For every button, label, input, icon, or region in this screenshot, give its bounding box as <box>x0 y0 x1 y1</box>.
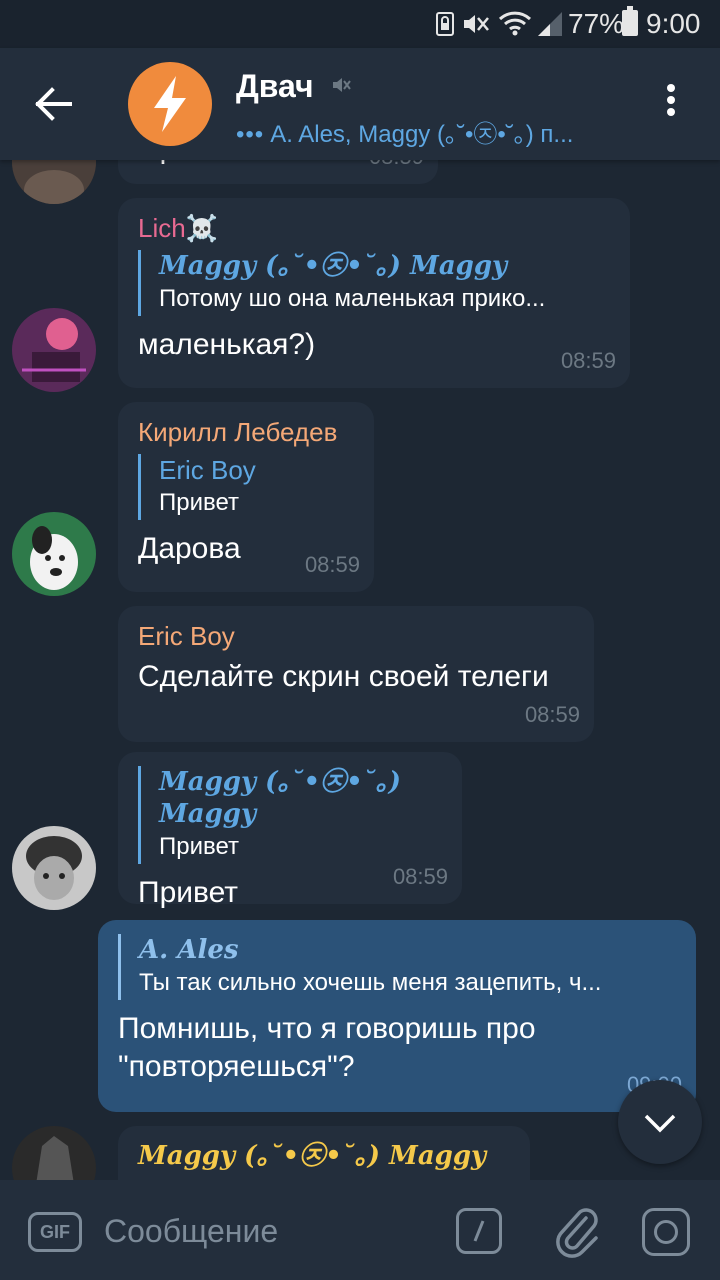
user-photo-icon <box>12 308 96 392</box>
reply-author: Maggy (｡˘•㉨•˘｡) Maggy <box>159 251 508 281</box>
message-bubble[interactable]: Lich☠️ Maggy (｡˘•㉨•˘｡) Maggy Потому шо о… <box>118 198 630 388</box>
message-bubble[interactable]: Maggy (｡˘•㉨•˘｡) Maggy <box>118 1126 530 1180</box>
lightning-icon <box>154 76 186 132</box>
sender-name[interactable]: Eric Boy <box>138 620 574 652</box>
more-vertical-icon <box>656 84 686 116</box>
reply-quote[interactable]: Eric Boy Привет <box>138 454 354 520</box>
attach-button[interactable] <box>552 1204 602 1258</box>
message-bubble[interactable]: Maggy (｡˘•㉨•˘｡) Maggy Привет Привет 08:5… <box>118 752 462 909</box>
sim-lock-icon <box>436 12 454 36</box>
message-time: 08:59 <box>392 864 448 889</box>
reply-author: Eric Boy <box>159 455 256 485</box>
avatar[interactable] <box>12 160 96 204</box>
battery-percent: 77% <box>568 8 625 39</box>
chat-subtitle: ••• A. Ales, Maggy (｡˘•㉨•˘｡) п... <box>236 114 636 149</box>
avatar[interactable] <box>12 512 96 596</box>
reply-text: Привет <box>159 833 240 860</box>
slash-icon <box>473 1220 485 1242</box>
user-photo-icon <box>12 1126 96 1180</box>
message-text: маленькая?) <box>138 328 316 361</box>
sender-name[interactable]: Maggy (｡˘•㉨•˘｡) Maggy <box>138 1140 510 1172</box>
reply-author: A. Ales <box>139 935 239 965</box>
back-button[interactable] <box>24 76 84 132</box>
message-input[interactable] <box>104 1208 434 1254</box>
user-photo-icon <box>12 826 96 910</box>
message-bubble[interactable]: Привет 08:59 <box>118 160 438 184</box>
signal-icon <box>538 12 562 36</box>
wifi-icon <box>498 11 532 36</box>
sender-name[interactable]: Кирилл Лебедев <box>138 416 354 448</box>
message-list[interactable]: Привет 08:59 Lich☠️ Maggy (｡˘•㉨•˘｡) Magg… <box>0 160 720 1180</box>
chat-title[interactable]: Двач <box>236 68 314 105</box>
message-time: 08:59 <box>524 702 580 727</box>
message-text: Помнишь, что я говоришь про "повторяешьс… <box>118 1012 536 1083</box>
user-photo-icon <box>12 512 96 596</box>
reply-quote[interactable]: A. Ales Ты так сильно хочешь меня зацепи… <box>118 934 676 1000</box>
reply-quote[interactable]: Maggy (｡˘•㉨•˘｡) Maggy Потому шо она мале… <box>138 250 610 316</box>
chat-header: Двач ••• A. Ales, Maggy (｡˘•㉨•˘｡) п... <box>0 48 720 160</box>
scroll-down-button[interactable] <box>618 1080 702 1164</box>
reply-author: Maggy (｡˘•㉨•˘｡) Maggy <box>159 767 401 829</box>
avatar[interactable] <box>12 826 96 910</box>
user-photo-icon <box>12 160 96 204</box>
more-menu-button[interactable] <box>656 84 686 124</box>
bot-commands-button[interactable] <box>456 1208 502 1254</box>
avatar[interactable] <box>12 1126 96 1180</box>
battery-icon <box>622 6 638 36</box>
mute-icon <box>333 78 351 92</box>
chat-avatar[interactable] <box>128 62 212 146</box>
input-bar: GIF <box>0 1180 720 1280</box>
message-time: 08:59 <box>369 160 424 170</box>
reply-text: Потому шо она маленькая прико... <box>159 285 546 312</box>
arrow-left-icon <box>35 87 72 121</box>
typing-text: A. Ales, Maggy (｡˘•㉨•˘｡) п... <box>270 121 574 148</box>
message-bubble[interactable]: Eric Boy Сделайте скрин своей телеги 08:… <box>118 606 594 742</box>
message-text: Дарова <box>138 532 241 565</box>
message-time: 08:59 <box>560 348 616 373</box>
message-bubble[interactable]: Кирилл Лебедев Eric Boy Привет Дарова 08… <box>118 402 374 592</box>
clock: 9:00 <box>646 8 701 39</box>
reply-text: Ты так сильно хочешь меня зацепить, ч... <box>139 969 602 996</box>
message-text: Сделайте скрин своей телеги <box>138 660 549 693</box>
sender-name[interactable]: Lich☠️ <box>138 212 610 244</box>
mute-vibrate-icon <box>464 15 489 33</box>
camera-button[interactable] <box>642 1208 690 1256</box>
message-bubble-outgoing[interactable]: A. Ales Ты так сильно хочешь меня зацепи… <box>98 920 696 1112</box>
status-bar: 77% 9:00 <box>0 0 720 48</box>
paperclip-icon <box>556 1208 598 1258</box>
gif-button[interactable]: GIF <box>28 1212 82 1252</box>
reply-quote[interactable]: Maggy (｡˘•㉨•˘｡) Maggy Привет <box>138 766 442 864</box>
typing-indicator: ••• <box>236 121 265 148</box>
reply-text: Привет <box>159 489 240 516</box>
avatar[interactable] <box>12 308 96 392</box>
message-time: 08:59 <box>304 552 360 577</box>
chevron-down-icon <box>644 1114 676 1133</box>
